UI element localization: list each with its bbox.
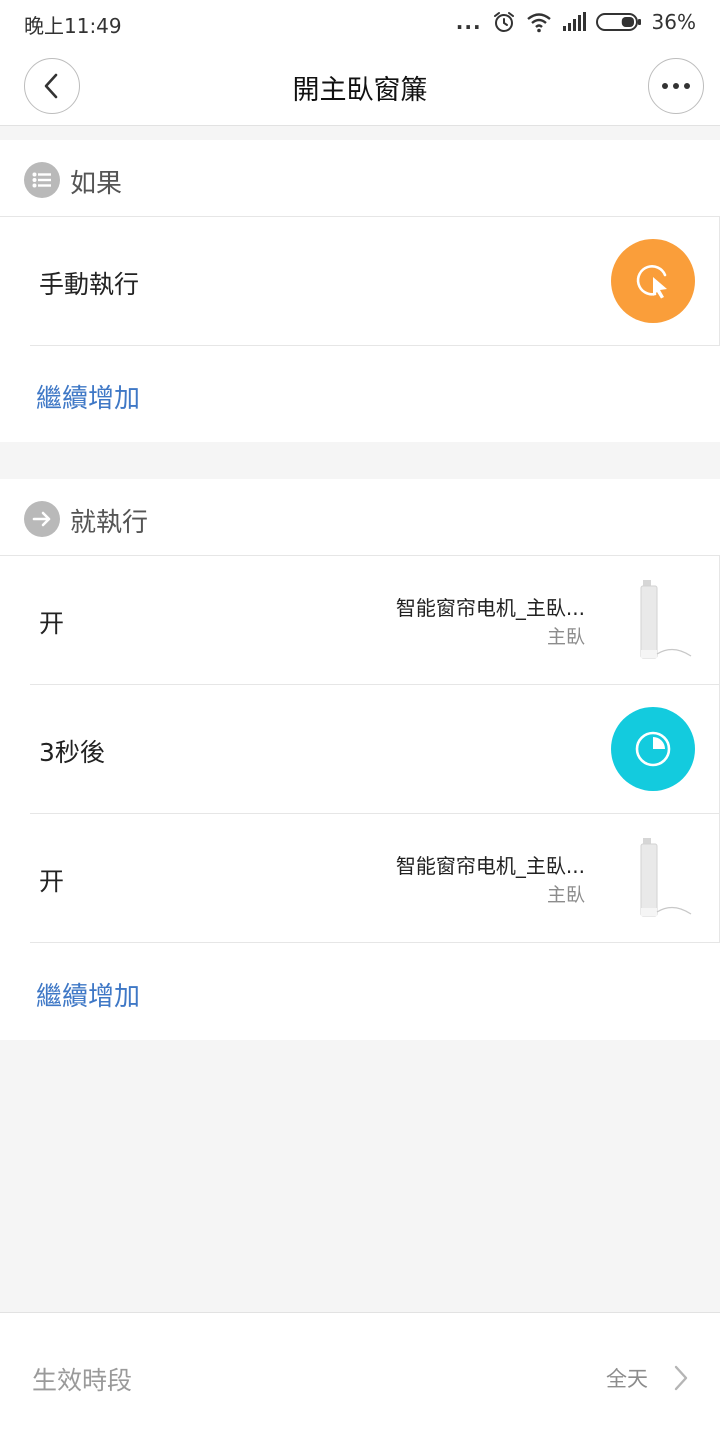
scene-editor-page: 晚上11:49 ... 36% 開主臥窗簾 如果 手動執行 繼續增加 就執行 开… bbox=[0, 0, 720, 1440]
add-action-link[interactable]: 繼續增加 bbox=[36, 976, 140, 1013]
curtain-motor-image bbox=[640, 838, 692, 917]
timer-icon bbox=[611, 707, 695, 791]
then-section: 就執行 开 智能窗帘电机_主臥... 主臥 3秒後 开 智能窗帘电机_主臥...… bbox=[0, 479, 720, 1040]
curtain-motor-image bbox=[640, 580, 692, 659]
list-icon bbox=[24, 162, 60, 198]
battery-percent: 36% bbox=[651, 10, 696, 34]
battery-icon bbox=[595, 13, 641, 31]
device-name: 智能窗帘电机_主臥... bbox=[395, 596, 585, 620]
top-nav-bar: 開主臥窗簾 bbox=[0, 44, 720, 126]
more-options-button[interactable] bbox=[648, 58, 704, 114]
action-label: 3秒後 bbox=[39, 738, 105, 767]
device-room: 主臥 bbox=[546, 884, 585, 906]
wifi-icon bbox=[526, 13, 551, 33]
effective-period-label: 生效時段 bbox=[32, 1366, 133, 1395]
notification-dots: ... bbox=[455, 10, 482, 34]
more-dots-icon bbox=[662, 83, 690, 89]
alarm-icon bbox=[493, 12, 514, 32]
signal-icon bbox=[562, 12, 586, 31]
status-time: 晚上11:49 bbox=[24, 14, 122, 38]
action-row-device[interactable]: 开 智能窗帘电机_主臥... 主臥 bbox=[30, 814, 720, 943]
if-section-label: 如果 bbox=[70, 169, 123, 199]
effective-period-row[interactable]: 生效時段 全天 bbox=[0, 1312, 720, 1440]
action-row-device[interactable]: 开 智能窗帘电机_主臥... 主臥 bbox=[30, 556, 720, 685]
action-label: 开 bbox=[39, 609, 65, 638]
action-label: 开 bbox=[39, 867, 65, 896]
chevron-right-icon bbox=[674, 1365, 688, 1391]
if-section-header: 如果 bbox=[0, 140, 720, 217]
condition-row-manual[interactable]: 手動執行 bbox=[30, 217, 720, 346]
add-condition-link[interactable]: 繼續增加 bbox=[36, 378, 140, 415]
condition-label: 手動執行 bbox=[39, 270, 140, 299]
action-row-delay[interactable]: 3秒後 bbox=[30, 685, 720, 814]
then-section-label: 就執行 bbox=[70, 508, 149, 538]
effective-period-value: 全天 bbox=[606, 1367, 648, 1391]
device-room: 主臥 bbox=[546, 626, 585, 648]
page-title: 開主臥窗簾 bbox=[292, 75, 428, 106]
device-name: 智能窗帘电机_主臥... bbox=[395, 854, 585, 878]
then-section-header: 就執行 bbox=[0, 479, 720, 556]
arrow-right-icon bbox=[24, 501, 60, 537]
if-section: 如果 手動執行 繼續增加 bbox=[0, 140, 720, 442]
tap-cursor-icon bbox=[611, 239, 695, 323]
status-icons: ... 36% bbox=[456, 8, 696, 36]
status-bar: 晚上11:49 ... 36% bbox=[0, 0, 720, 44]
